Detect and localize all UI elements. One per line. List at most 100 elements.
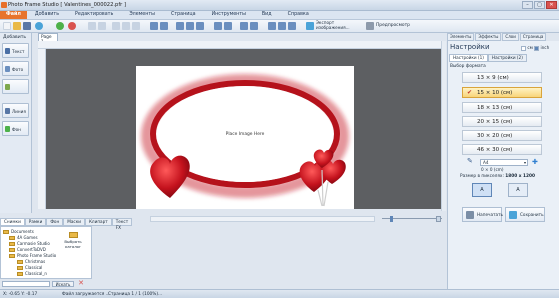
tab-text-fx[interactable]: Текст FX	[111, 218, 133, 230]
align-center-icon[interactable]	[186, 22, 194, 30]
undo-icon[interactable]	[88, 22, 96, 30]
add-size-icon[interactable]: ✚	[532, 159, 538, 166]
search-button[interactable]: Искать	[52, 281, 74, 287]
cut-icon[interactable]	[112, 22, 120, 30]
format-option[interactable]: 18 × 13 (см)	[462, 102, 542, 113]
tab-page-settings[interactable]: Страница	[519, 33, 547, 41]
add-shape-button[interactable]	[2, 79, 29, 94]
app-icon	[1, 2, 7, 8]
format-option[interactable]: 46 × 30 (см)	[462, 144, 542, 155]
paste-icon[interactable]	[132, 22, 140, 30]
format-label: Выбор формата	[450, 64, 486, 69]
left-panel-header: Добавить	[3, 35, 27, 40]
right-tabs: Элементы Эффекты Слои Страница	[447, 33, 559, 41]
tab-layers[interactable]: Слои	[502, 33, 519, 41]
format-option[interactable]: 30 × 20 (см)	[462, 130, 542, 141]
delete-icon[interactable]	[68, 22, 76, 30]
tree-item[interactable]: Classical_n	[17, 271, 47, 276]
tab-snapshots[interactable]: Снимки	[0, 218, 25, 226]
add-line-button[interactable]: Линия	[2, 103, 29, 118]
menu-view[interactable]: Вид	[254, 11, 280, 19]
rotate-icon[interactable]	[240, 22, 248, 30]
tree-item[interactable]: Classical	[17, 265, 42, 270]
format-option[interactable]: 20 × 15 (см)	[462, 116, 542, 127]
maximize-button[interactable]: ▢	[534, 1, 545, 9]
new-icon[interactable]	[3, 22, 11, 30]
clear-search-icon[interactable]: ✕	[77, 280, 85, 288]
tab-elements[interactable]: Элементы	[447, 33, 475, 41]
custom-size-value: 0 × 0 (cm)	[481, 167, 504, 172]
page-canvas[interactable]: Place Image Here	[136, 66, 354, 209]
portrait-button[interactable]: A	[472, 183, 492, 197]
crop-icon[interactable]	[250, 22, 258, 30]
folder-icon	[9, 236, 15, 240]
tree-item[interactable]: 4A Games	[9, 235, 38, 240]
export-icon[interactable]	[306, 22, 314, 30]
zoom-slider[interactable]	[382, 216, 442, 222]
save-image-button[interactable]: Сохранить	[505, 207, 545, 222]
zoom-out-icon[interactable]	[278, 22, 286, 30]
minimize-button[interactable]: –	[522, 1, 533, 9]
preview-button[interactable]: Предпросмотр	[376, 23, 410, 28]
menu-add[interactable]: Добавить	[27, 11, 67, 19]
search-input[interactable]	[2, 281, 50, 287]
menu-elements[interactable]: Элементы	[121, 11, 163, 19]
tree-item[interactable]: Christmas	[17, 259, 45, 264]
format-option-selected[interactable]: ✔ 15 × 10 (см)	[462, 87, 542, 98]
copy-icon[interactable]	[122, 22, 130, 30]
tab-page-1[interactable]: Page 1	[38, 33, 58, 45]
tab-settings-1[interactable]: Настройки (1)	[449, 54, 488, 62]
zoom-thumb[interactable]	[390, 216, 393, 222]
unit-toggle[interactable]: см inch	[521, 45, 549, 51]
flip-v-icon[interactable]	[224, 22, 232, 30]
landscape-button[interactable]: A	[508, 183, 528, 197]
fit-icon[interactable]	[288, 22, 296, 30]
menu-help[interactable]: Справка	[280, 11, 317, 19]
add-photo-button[interactable]: Фото	[2, 61, 29, 76]
print-button[interactable]: Напечатать	[462, 207, 503, 222]
tab-background[interactable]: Фон	[46, 218, 64, 226]
tab-settings-2[interactable]: Настройки (2)	[487, 54, 527, 62]
paper-select[interactable]: A4 ▾	[480, 159, 528, 166]
send-back-icon[interactable]	[160, 22, 168, 30]
add-text-button[interactable]: Текст	[2, 43, 29, 58]
close-button[interactable]: ✕	[546, 1, 557, 9]
menu-page[interactable]: Страница	[163, 11, 204, 19]
tab-clipart[interactable]: Клипарт	[84, 218, 112, 226]
redo-icon[interactable]	[98, 22, 106, 30]
left-panel: Добавить Текст Фото Линия Фон	[0, 33, 32, 213]
menu-edit[interactable]: Редактировать	[67, 11, 121, 19]
save-icon[interactable]	[23, 22, 31, 30]
zoom-in-icon[interactable]	[268, 22, 276, 30]
align-right-icon[interactable]	[196, 22, 204, 30]
open-icon[interactable]	[13, 22, 21, 30]
status-bar: X: -0.65 Y: -0.17 Файл загружается ... С…	[0, 289, 559, 298]
horizontal-ruler	[38, 41, 443, 49]
zoom-lock-icon[interactable]	[436, 216, 441, 222]
print-icon[interactable]	[35, 22, 43, 30]
export-button[interactable]: Экспорт изображения...	[316, 20, 360, 30]
pixel-size-label: Размер в пикселях:	[460, 174, 504, 179]
custom-size-icon: ✎	[467, 157, 473, 165]
flip-h-icon[interactable]	[214, 22, 222, 30]
bring-front-icon[interactable]	[150, 22, 158, 30]
tree-item[interactable]: Photo Frame Studio	[9, 253, 56, 258]
tree-item[interactable]: ConvertToDVD	[9, 247, 46, 252]
align-left-icon[interactable]	[176, 22, 184, 30]
select-folder-button[interactable]: Выбрать каталог	[62, 232, 84, 250]
add-background-button[interactable]: Фон	[2, 121, 29, 136]
menu-file[interactable]: Файл	[0, 11, 27, 19]
format-option[interactable]: 13 × 9 (см)	[462, 72, 542, 83]
menu-tools[interactable]: Инструменты	[204, 11, 254, 19]
tab-frames[interactable]: Рамки	[24, 218, 47, 226]
search-row: Искать ✕	[0, 280, 92, 288]
vertical-scrollbar[interactable]	[441, 41, 446, 211]
tab-effects[interactable]: Эффекты	[475, 33, 502, 41]
horizontal-scrollbar[interactable]	[150, 216, 375, 222]
tab-masks[interactable]: Маски	[63, 218, 85, 226]
tree-item[interactable]: Carmasie Studio	[9, 241, 50, 246]
settings-subtabs: Настройки (1) Настройки (2)	[449, 54, 527, 62]
preview-icon[interactable]	[366, 22, 374, 30]
add-icon[interactable]	[56, 22, 64, 30]
tree-item[interactable]: Documents	[3, 229, 34, 234]
